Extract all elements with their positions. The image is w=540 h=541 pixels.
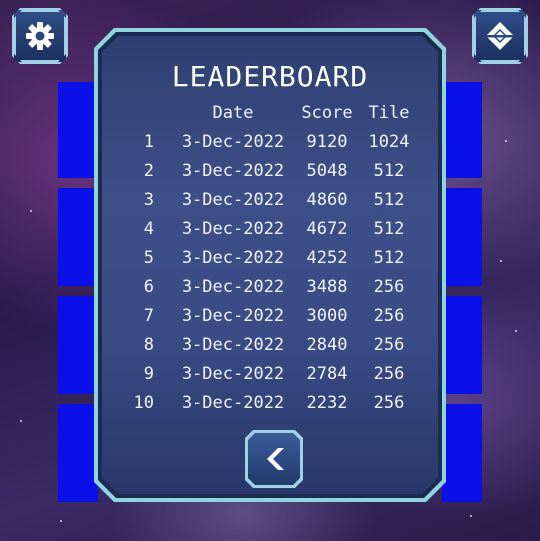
date-cell: 3-Dec-2022 (181, 131, 285, 152)
board-tile (58, 296, 98, 394)
tile-cell: 256 (373, 334, 405, 355)
score-cell: 4672 (306, 218, 348, 239)
score-header: Score (301, 102, 353, 123)
score-cell: 3488 (306, 276, 348, 297)
board-tile (442, 82, 482, 178)
score-cell: 4252 (306, 247, 348, 268)
rank-cell: 5 (143, 247, 154, 268)
date-header: Date (212, 102, 254, 123)
tile-cell: 256 (373, 276, 405, 297)
score-cell: 2840 (306, 334, 348, 355)
menu-button[interactable] (472, 8, 528, 64)
date-cell: 3-Dec-2022 (181, 189, 285, 210)
tile-header: Tile (368, 102, 410, 123)
back-button[interactable] (245, 430, 303, 488)
tile-cell: 512 (373, 189, 405, 210)
leaderboard-table: Date Score Tile 1 3-Dec-2022 9120 1024 2… (130, 98, 420, 417)
score-cell: 3000 (306, 305, 348, 326)
diamond-logo-icon (483, 19, 517, 53)
table-header: Date Score Tile (130, 98, 420, 127)
score-cell: 2784 (306, 363, 348, 384)
score-cell: 9120 (306, 131, 348, 152)
table-row: 2 3-Dec-2022 5048 512 (130, 156, 420, 185)
date-cell: 3-Dec-2022 (181, 247, 285, 268)
chevron-left-icon (260, 445, 288, 473)
rank-cell: 10 (133, 392, 154, 413)
rank-cell: 3 (143, 189, 154, 210)
tile-cell: 512 (373, 247, 405, 268)
table-row: 9 3-Dec-2022 2784 256 (130, 359, 420, 388)
table-row: 7 3-Dec-2022 3000 256 (130, 301, 420, 330)
rank-cell: 8 (143, 334, 154, 355)
score-cell: 2232 (306, 392, 348, 413)
table-row: 1 3-Dec-2022 9120 1024 (130, 127, 420, 156)
date-cell: 3-Dec-2022 (181, 305, 285, 326)
leaderboard-title: LEADERBOARD (171, 60, 369, 93)
table-row: 8 3-Dec-2022 2840 256 (130, 330, 420, 359)
tile-cell: 256 (373, 305, 405, 326)
score-cell: 5048 (306, 160, 348, 181)
leaderboard-panel: LEADERBOARD Date Score Tile 1 3-Dec-2022… (94, 28, 446, 502)
date-cell: 3-Dec-2022 (181, 218, 285, 239)
settings-button[interactable] (12, 8, 68, 64)
date-cell: 3-Dec-2022 (181, 160, 285, 181)
date-cell: 3-Dec-2022 (181, 392, 285, 413)
board-tile (58, 404, 98, 502)
rank-cell: 4 (143, 218, 154, 239)
tile-cell: 256 (373, 363, 405, 384)
table-row: 4 3-Dec-2022 4672 512 (130, 214, 420, 243)
date-cell: 3-Dec-2022 (181, 363, 285, 384)
score-cell: 4860 (306, 189, 348, 210)
rank-cell: 9 (143, 363, 154, 384)
board-tile (442, 188, 482, 286)
table-row: 6 3-Dec-2022 3488 256 (130, 272, 420, 301)
board-tile (442, 296, 482, 394)
board-tile (58, 82, 98, 178)
tile-cell: 512 (373, 160, 405, 181)
rank-cell: 2 (143, 160, 154, 181)
rank-cell: 1 (143, 131, 154, 152)
tile-cell: 1024 (368, 131, 410, 152)
board-tile (442, 404, 482, 502)
board-tile (58, 188, 98, 286)
date-cell: 3-Dec-2022 (181, 334, 285, 355)
date-cell: 3-Dec-2022 (181, 276, 285, 297)
rank-cell: 6 (143, 276, 154, 297)
table-row: 10 3-Dec-2022 2232 256 (130, 388, 420, 417)
table-row: 5 3-Dec-2022 4252 512 (130, 243, 420, 272)
gear-icon (24, 20, 56, 52)
tile-cell: 512 (373, 218, 405, 239)
tile-cell: 256 (373, 392, 405, 413)
table-row: 3 3-Dec-2022 4860 512 (130, 185, 420, 214)
rank-cell: 7 (143, 305, 154, 326)
